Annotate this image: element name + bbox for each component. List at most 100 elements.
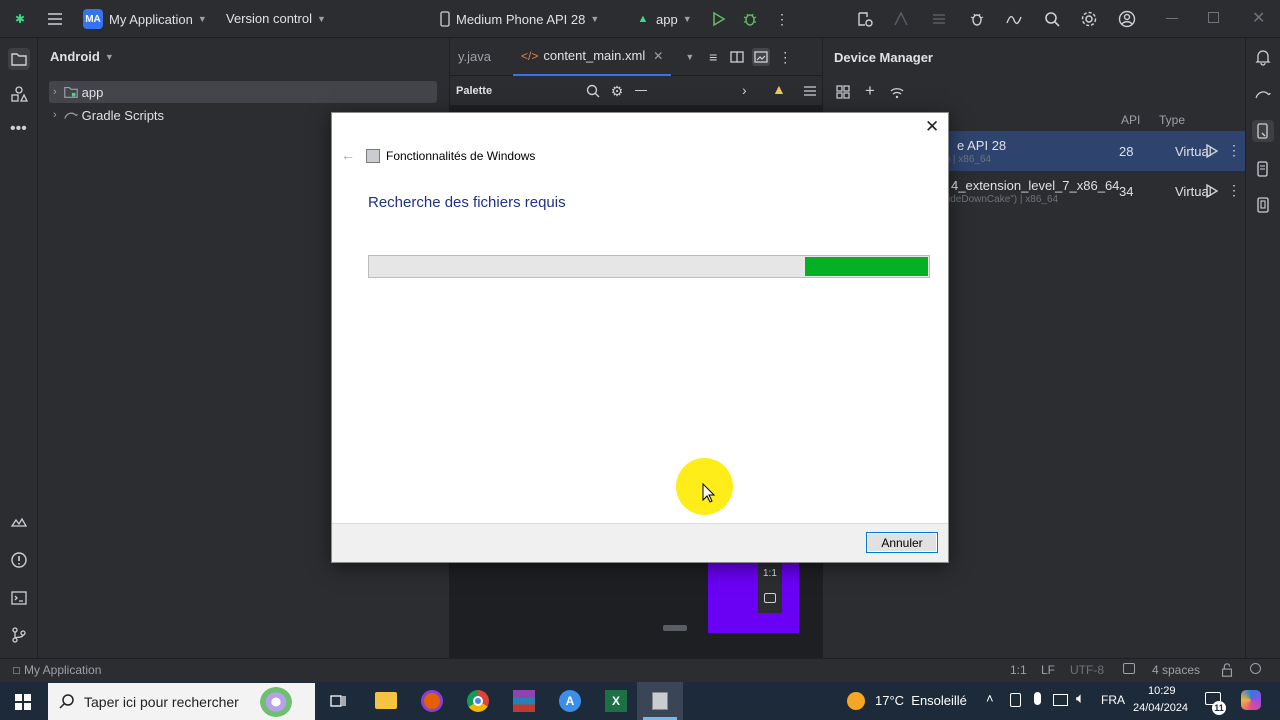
account-icon[interactable] (1118, 10, 1136, 28)
status-encoding[interactable]: UTF-8 (1070, 663, 1104, 677)
project-selector[interactable]: MA My Application ▼ (83, 9, 207, 29)
status-indent[interactable]: 4 spaces (1152, 663, 1200, 677)
gradle-sync-icon[interactable] (968, 10, 986, 28)
project-tool-icon[interactable] (8, 48, 30, 70)
device-explorer-icon[interactable] (1254, 160, 1272, 178)
settings-gear-icon[interactable] (1080, 10, 1098, 28)
design-view-icon[interactable] (752, 47, 771, 66)
apply-code-changes-icon[interactable] (892, 10, 910, 28)
build-icon[interactable] (10, 514, 28, 532)
progress-bar-fill (805, 257, 928, 276)
problems-icon[interactable] (10, 551, 28, 569)
running-devices-icon[interactable] (1254, 196, 1272, 214)
minimize-icon[interactable] (1166, 18, 1178, 19)
more-actions-icon[interactable]: ⋮ (1227, 142, 1241, 159)
status-project-name[interactable]: My Application (24, 663, 101, 677)
close-dialog-icon[interactable]: ✕ (925, 117, 939, 137)
windows-features-taskbar-item[interactable] (637, 682, 683, 720)
version-control-menu[interactable]: Version control ▼ (226, 11, 326, 26)
terminal-icon[interactable] (10, 589, 28, 607)
chevron-up-icon[interactable]: ˄ (986, 691, 994, 706)
tab-java-file[interactable]: y.java (450, 38, 499, 76)
main-menu-icon[interactable] (46, 10, 64, 28)
copilot-icon[interactable] (1241, 690, 1261, 710)
search-icon[interactable] (1043, 10, 1061, 28)
hide-icon[interactable] (635, 90, 647, 91)
meet-now-icon[interactable] (1010, 693, 1021, 707)
run-icon[interactable] (709, 10, 727, 28)
tree-item-label: app (81, 84, 104, 100)
horizontal-scrollbar[interactable] (663, 625, 687, 631)
apply-changes-icon[interactable] (856, 10, 874, 28)
close-window-icon[interactable]: ✕ (1252, 8, 1265, 28)
taskbar-search-box[interactable]: Taper ici pour rechercher (48, 683, 315, 720)
chevron-right-icon[interactable]: › (742, 82, 747, 98)
status-bar: My Application 1:1 LF UTF-8 4 spaces (0, 658, 1280, 682)
warning-icon[interactable]: ▲ (772, 81, 786, 97)
settings-gear-icon[interactable]: ⚙ (608, 82, 626, 100)
weather-text[interactable]: 17°C Ensoleillé (875, 693, 967, 708)
clock-time[interactable]: 10:29 (1148, 685, 1176, 697)
column-header-type[interactable]: Type (1159, 113, 1185, 127)
device-selector[interactable]: Medium Phone API 28 ▼ (438, 11, 599, 27)
clock-date[interactable]: 24/04/2024 (1133, 702, 1188, 714)
file-explorer-icon[interactable] (375, 692, 397, 709)
task-view-icon[interactable] (329, 692, 347, 710)
more-actions-icon[interactable]: ⋮ (1227, 182, 1241, 199)
microphone-icon[interactable] (1034, 692, 1041, 705)
column-header-api[interactable]: API (1121, 113, 1140, 127)
maximize-icon[interactable] (1208, 12, 1219, 23)
wifi-pairing-icon[interactable] (888, 83, 906, 101)
close-tab-icon[interactable]: ✕ (653, 49, 663, 63)
search-placeholder: Taper ici pour rechercher (84, 693, 239, 710)
launch-device-icon[interactable] (1202, 142, 1220, 160)
volume-icon[interactable]: 🔈︎ (1076, 690, 1085, 707)
windows-start-icon[interactable] (15, 694, 31, 713)
notifications-bell-icon[interactable] (1254, 48, 1272, 66)
tree-item-app[interactable]: › app (49, 81, 437, 103)
gradle-tool-icon[interactable] (1254, 85, 1272, 103)
split-view-icon[interactable] (728, 48, 746, 66)
more-actions-icon[interactable]: ⋮ (776, 48, 794, 66)
project-view-selector[interactable]: Android ▼ (50, 49, 114, 64)
cancel-button[interactable]: Annuler (866, 532, 938, 553)
zoom-actual-size-label[interactable]: 1:1 (763, 568, 777, 579)
profiler-icon[interactable] (1005, 10, 1023, 28)
sync-icon[interactable] (930, 10, 948, 28)
input-language[interactable]: FRA (1101, 693, 1125, 707)
run-config-selector[interactable]: ▲ app ▼ (636, 11, 692, 27)
search-icon[interactable] (584, 82, 602, 100)
launch-device-icon[interactable] (1202, 182, 1220, 200)
winrar-icon[interactable] (513, 690, 535, 712)
chrome-icon[interactable] (467, 690, 489, 712)
chevron-right-icon: › (53, 109, 57, 121)
version-control-label: Version control (226, 11, 312, 26)
status-caret-position[interactable]: 1:1 (1010, 663, 1027, 677)
back-arrow-icon[interactable]: ← (341, 147, 355, 163)
device-grid-icon[interactable] (834, 83, 852, 101)
device-manager-tool-icon[interactable] (1252, 120, 1274, 142)
lock-icon[interactable] (1219, 662, 1235, 678)
network-icon[interactable] (1053, 694, 1068, 706)
readonly-toggle-icon[interactable] (1123, 663, 1135, 674)
more-actions-icon[interactable]: ⋮ (773, 10, 791, 28)
right-tool-strip (1245, 38, 1280, 658)
fit-screen-icon[interactable] (764, 593, 776, 603)
tab-content-main-xml[interactable]: </> content_main.xml ✕ (513, 38, 672, 76)
more-tools-icon[interactable]: ••• (10, 120, 27, 138)
version-control-icon[interactable] (10, 626, 28, 644)
chevron-down-icon: ▼ (197, 14, 207, 24)
dialog-window-title: Fonctionnalités de Windows (386, 149, 536, 163)
add-device-icon[interactable]: + (865, 81, 875, 101)
code-view-icon[interactable]: ≡ (704, 48, 722, 66)
firefox-icon[interactable] (421, 690, 443, 712)
tune-icon[interactable] (801, 82, 819, 100)
excel-icon[interactable]: X (605, 690, 627, 712)
debug-icon[interactable] (741, 10, 759, 28)
status-line-separator[interactable]: LF (1041, 663, 1055, 677)
tabs-overflow-icon[interactable]: ▼ (685, 52, 694, 62)
memory-indicator-icon[interactable] (1250, 663, 1261, 674)
weather-sun-icon[interactable] (847, 692, 865, 710)
android-studio-taskbar-icon[interactable]: A (559, 690, 581, 712)
resource-manager-icon[interactable] (10, 85, 28, 103)
